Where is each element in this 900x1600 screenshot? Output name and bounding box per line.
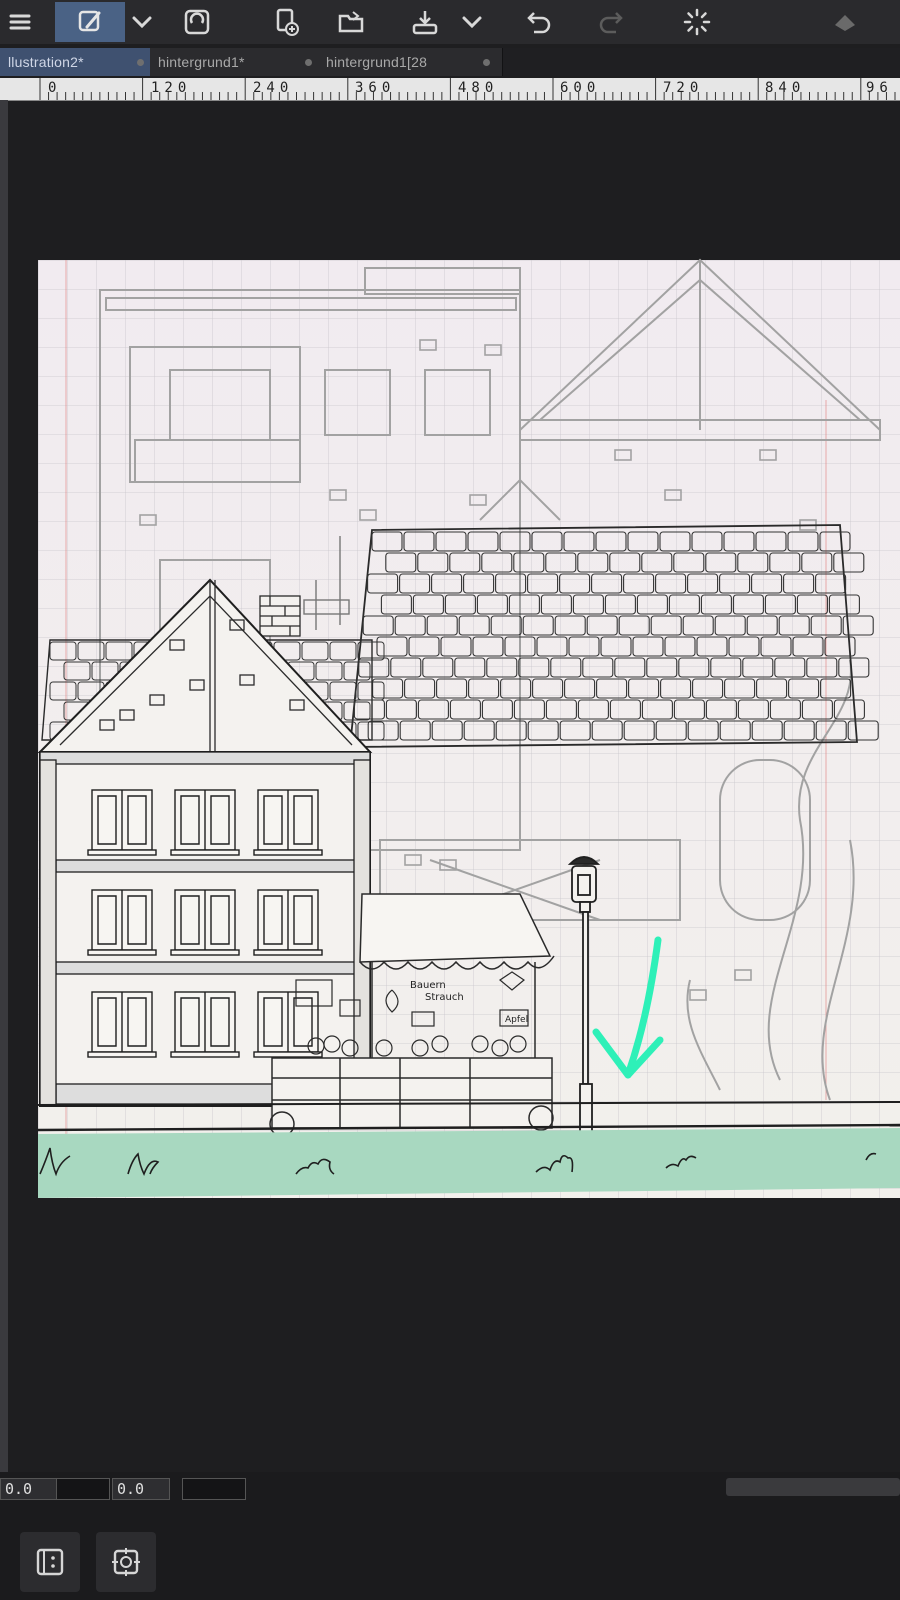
save-options-dropdown[interactable] (455, 2, 489, 42)
house-window (87, 889, 157, 956)
bottom-status-bar: 0.0 0.0 (0, 1472, 900, 1600)
ruler-label: 0 (48, 80, 62, 96)
grass-strip (38, 1128, 900, 1198)
horizontal-scrollbar[interactable] (726, 1478, 900, 1496)
house-window (170, 991, 240, 1058)
ruler-label: 600 (560, 80, 601, 96)
ruler-label: 96 (866, 80, 893, 96)
chevron-down-icon (132, 16, 152, 29)
redo-button[interactable] (585, 2, 635, 42)
fit-view-icon (112, 1548, 140, 1576)
tab-illustration2[interactable]: llustration2* (0, 48, 157, 76)
settings-icon (835, 15, 855, 31)
stall-sign-line2: Strauch (425, 992, 464, 1003)
tab-label: hintergrund1* (158, 54, 245, 70)
undo-icon (527, 12, 551, 34)
brush-options-dropdown[interactable] (125, 2, 159, 42)
ruler-label: 120 (151, 80, 192, 96)
house-window (253, 991, 323, 1058)
tab-hintergrund1-28[interactable]: hintergrund1[28 (318, 48, 503, 76)
document-tabs: llustration2* hintergrund1* hintergrund1… (0, 48, 900, 76)
loading-icon (683, 8, 711, 36)
new-layer-icon (276, 8, 299, 36)
tab-close-icon[interactable] (483, 59, 490, 66)
y-offset-stepper[interactable] (182, 1478, 246, 1500)
tab-hintergrund1[interactable]: hintergrund1* (150, 48, 325, 76)
navigator-icon (36, 1548, 64, 1576)
fit-view-button[interactable] (96, 1532, 156, 1592)
undo-button[interactable] (515, 2, 565, 42)
house-window (87, 991, 157, 1058)
navigator-button[interactable] (20, 1532, 80, 1592)
redo-icon (599, 12, 623, 34)
house-window (87, 789, 157, 856)
save-icon (412, 11, 438, 35)
tab-label: llustration2* (8, 54, 84, 70)
transform-icon (184, 9, 210, 35)
save-button[interactable] (400, 2, 450, 42)
menu-icon (9, 14, 31, 30)
brush-tool-button[interactable] (55, 2, 125, 42)
drawing-canvas[interactable]: Bauern Strauch Apfel (0, 100, 900, 1490)
menu-button[interactable] (0, 2, 40, 42)
x-offset-stepper[interactable] (56, 1478, 110, 1500)
settings-button[interactable] (820, 2, 870, 42)
tab-label: hintergrund1[28 (326, 54, 428, 70)
house-window (253, 789, 323, 856)
open-folder-icon (338, 11, 364, 33)
ruler-label: 240 (253, 80, 294, 96)
y-offset-field[interactable]: 0.0 (112, 1478, 170, 1500)
ruler-label: 360 (355, 80, 396, 96)
chevron-down-icon (462, 16, 482, 29)
stall-price-tag: Apfel (505, 1015, 528, 1025)
house-window (253, 889, 323, 956)
tab-close-icon[interactable] (137, 59, 144, 66)
tab-close-icon[interactable] (305, 59, 312, 66)
main-toolbar (0, 0, 900, 44)
horizontal-ruler: 0 120 240 360 480 600 720 840 96 (0, 78, 900, 101)
chimney (259, 595, 301, 637)
ruler-label: 480 (458, 80, 499, 96)
house-window (170, 789, 240, 856)
transform-button[interactable] (172, 2, 222, 42)
house-windows (87, 789, 323, 1058)
new-layer-button[interactable] (262, 2, 312, 42)
ruler-label: 720 (663, 80, 704, 96)
stall-sign-line1: Bauern (410, 980, 446, 991)
house-window (170, 889, 240, 956)
x-offset-field[interactable]: 0.0 (0, 1478, 58, 1500)
open-folder-button[interactable] (326, 2, 376, 42)
ruler-label: 840 (765, 80, 806, 96)
canvas-viewport[interactable]: Bauern Strauch Apfel (0, 100, 900, 1490)
loading-indicator (672, 2, 722, 42)
brush-tool-icon (78, 10, 101, 32)
